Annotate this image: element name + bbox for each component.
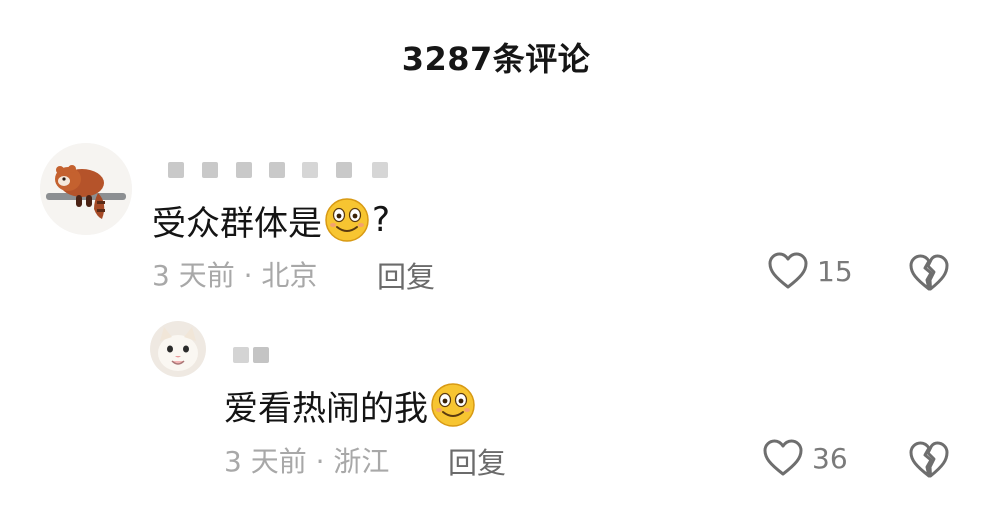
reply-meta: 3 天前 · 浙江 (224, 445, 390, 478)
heart-icon (763, 439, 803, 476)
reply-text-before: 爱看热闹的我 (224, 388, 428, 429)
comment-text-after: ? (372, 200, 391, 240)
like-button[interactable]: 36 (762, 438, 848, 478)
reply-button[interactable]: 回复 (377, 254, 435, 296)
reply-button[interactable]: 回复 (448, 440, 506, 482)
like-count: 36 (812, 441, 848, 475)
red-panda-avatar[interactable] (40, 143, 132, 235)
smile-emoji-icon (324, 197, 370, 243)
smile-emoji-icon (430, 382, 476, 428)
cat-avatar[interactable] (150, 321, 206, 377)
username-blurred[interactable] (233, 347, 273, 363)
comment-text-before: 受众群体是 (152, 203, 322, 244)
username-blurred[interactable] (168, 162, 390, 178)
comment-text: 受众群体是 ? (152, 195, 390, 245)
like-count: 15 (817, 254, 853, 288)
broken-heart-icon (909, 441, 949, 478)
heart-icon (768, 252, 808, 289)
dislike-button[interactable] (908, 253, 950, 293)
broken-heart-icon (909, 254, 949, 291)
reply-text: 爱看热闹的我 (224, 380, 478, 430)
comment-count-title: 3287条评论 (401, 40, 591, 78)
comment-meta: 3 天前 · 北京 (152, 259, 318, 292)
dislike-button[interactable] (908, 440, 950, 480)
like-button[interactable]: 15 (767, 251, 853, 291)
comments-panel: 3287条评论 受众群体是 ? 3 天前 · 北京 回复 15 爱看热闹的我 3… (0, 0, 992, 506)
